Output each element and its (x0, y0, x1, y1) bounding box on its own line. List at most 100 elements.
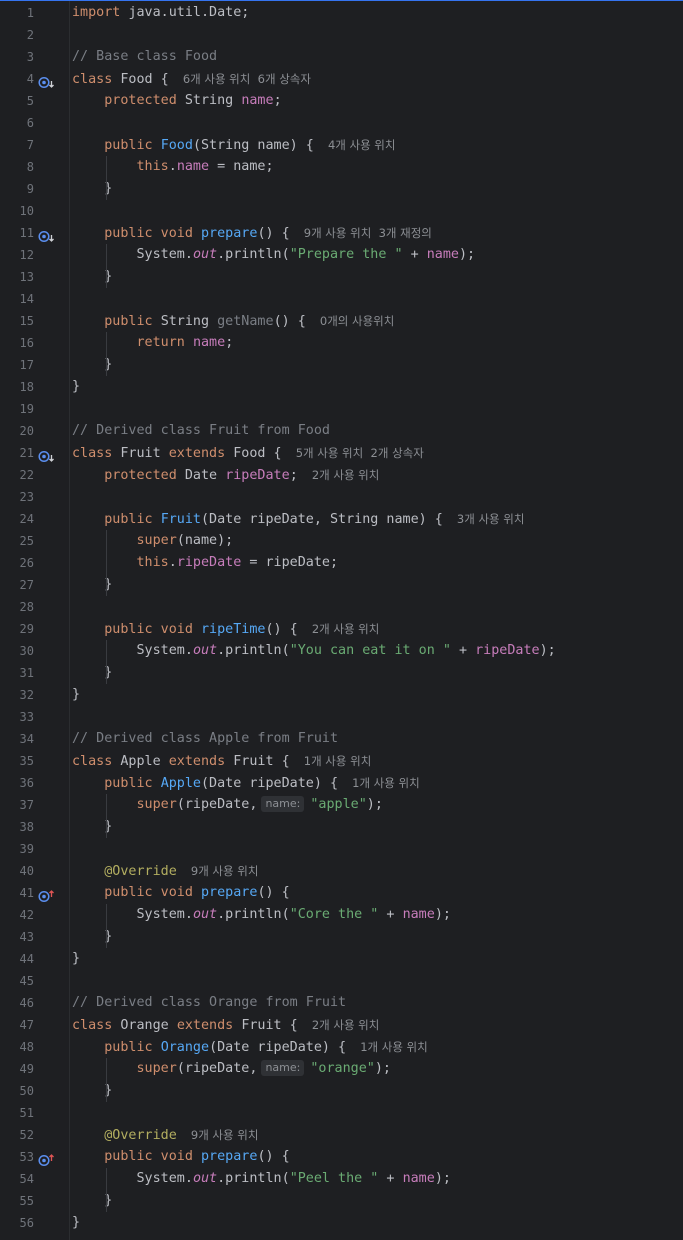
code-line[interactable]: 55 } (0, 1190, 683, 1212)
overrides-up-icon[interactable] (38, 1151, 55, 1167)
code-line[interactable]: 42 System.out.println("Core the " + name… (0, 904, 683, 926)
usage-hint[interactable]: 9개 사용 위치 (191, 1128, 259, 1142)
usage-hint[interactable]: 2개 사용 위치 (312, 1018, 380, 1032)
code-line[interactable]: 7 public Food(String name) { 4개 사용 위치 (0, 134, 683, 156)
code-line[interactable]: 40 @Override 9개 사용 위치 (0, 860, 683, 882)
code-line[interactable]: 44} (0, 948, 683, 970)
code-editor[interactable]: 1 import java.util.Date; 2 3// Base class F… (0, 0, 683, 1240)
code-line[interactable]: 27 } (0, 574, 683, 596)
code-line[interactable]: 16 return name; (0, 332, 683, 354)
usage-hint[interactable]: 2개 사용 위치 (312, 468, 380, 482)
code-line[interactable]: 10 (0, 200, 683, 222)
usage-hint[interactable]: 3개 사용 위치 (457, 512, 525, 526)
code-line[interactable]: 49 super(ripeDate, name: "orange"); (0, 1058, 683, 1080)
code-line[interactable]: 25 super(name); (0, 530, 683, 552)
code-text: // Base class Food (72, 46, 217, 68)
code-text: public Apple(Date ripeDate) { 1개 사용 위치 (72, 772, 420, 795)
code-line[interactable]: 26 this.ripeDate = ripeDate; (0, 552, 683, 574)
code-line[interactable]: 41 public void prepare() { (0, 882, 683, 904)
line-number: 22 (19, 468, 34, 482)
code-token: (ripeDate, (176, 1061, 258, 1076)
usage-hint[interactable]: 1개 사용 위치 (304, 754, 372, 768)
code-line[interactable]: 50 } (0, 1080, 683, 1102)
overrides-up-icon[interactable] (38, 887, 55, 903)
line-number: 4 (26, 72, 34, 86)
usage-hint[interactable]: 6개 사용 위치 6개 상속자 (183, 72, 311, 86)
code-line[interactable]: 11 public void prepare() { 9개 사용 위치 3개 재… (0, 222, 683, 244)
code-line[interactable]: 36 public Apple(Date ripeDate) { 1개 사용 위… (0, 772, 683, 794)
usage-hint[interactable]: 4개 사용 위치 (328, 138, 396, 152)
code-line[interactable]: 1 import java.util.Date; (0, 2, 683, 24)
usage-hint[interactable]: 1개 사용 위치 (352, 776, 420, 790)
code-line[interactable]: 37 super(ripeDate, name: "apple"); (0, 794, 683, 816)
code-line[interactable]: 34 // Derived class Apple from Fruit (0, 728, 683, 750)
code-line[interactable]: 24 public Fruit(Date ripeDate, String na… (0, 508, 683, 530)
code-line[interactable]: 2 (0, 24, 683, 46)
usage-hint[interactable]: 0개의 사용위치 (320, 314, 394, 328)
code-token: .println( (217, 247, 290, 262)
code-line[interactable]: 13 } (0, 266, 683, 288)
code-line[interactable]: 22 protected Date ripeDate; 2개 사용 위치 (0, 464, 683, 486)
code-line[interactable]: 23 (0, 486, 683, 508)
code-line[interactable]: 52 @Override 9개 사용 위치 (0, 1124, 683, 1146)
usage-hint[interactable]: 9개 사용 위치 (191, 864, 259, 878)
code-line[interactable]: 21 class Fruit extends Food { 5개 사용 위치 2개… (0, 442, 683, 464)
usage-hint[interactable]: 9개 사용 위치 3개 재정의 (304, 226, 432, 240)
line-number: 33 (19, 710, 34, 724)
code-line[interactable]: 33 (0, 706, 683, 728)
code-line[interactable]: 6 (0, 112, 683, 134)
code-line[interactable]: 4 class Food { 6개 사용 위치 6개 상속자 (0, 68, 683, 90)
code-line[interactable]: 54 System.out.println("Peel the " + name… (0, 1168, 683, 1190)
line-number: 44 (19, 952, 34, 966)
code-line[interactable]: 28 (0, 596, 683, 618)
code-token: } (72, 1215, 81, 1230)
line-number: 42 (19, 908, 34, 922)
code-line[interactable]: 12 System.out.println("Prepare the " + n… (0, 244, 683, 266)
code-line[interactable]: 19 (0, 398, 683, 420)
code-line[interactable]: 51 (0, 1102, 683, 1124)
code-line[interactable]: 45 (0, 970, 683, 992)
code-line[interactable]: 17 } (0, 354, 683, 376)
code-line[interactable]: 39 (0, 838, 683, 860)
usage-hint[interactable]: 5개 사용 위치 2개 상속자 (296, 446, 424, 460)
code-line[interactable]: 18} (0, 376, 683, 398)
code-line[interactable]: 48 public Orange(Date ripeDate) { 1개 사용 … (0, 1036, 683, 1058)
code-line[interactable]: 46 // Derived class Orange from Fruit (0, 992, 683, 1014)
code-token: prepare (201, 1149, 258, 1164)
code-line[interactable]: 31 } (0, 662, 683, 684)
code-line[interactable]: 20 // Derived class Fruit from Food (0, 420, 683, 442)
code-line[interactable]: 8 this.name = name; (0, 156, 683, 178)
code-line[interactable]: 47 class Orange extends Fruit { 2개 사용 위치 (0, 1014, 683, 1036)
line-number: 16 (19, 336, 34, 350)
code-line[interactable]: 32} (0, 684, 683, 706)
usage-hint[interactable]: 2개 사용 위치 (312, 622, 380, 636)
code-token: Fruit { (241, 1018, 306, 1033)
implemented-down-icon[interactable] (38, 447, 55, 463)
code-token: @Override (104, 864, 177, 879)
usage-hint[interactable]: 1개 사용 위치 (360, 1040, 428, 1054)
code-line[interactable]: 56} (0, 1212, 683, 1234)
implemented-down-icon[interactable] (38, 227, 55, 243)
code-line[interactable]: 35 class Apple extends Fruit { 1개 사용 위치 (0, 750, 683, 772)
code-line[interactable]: 9 } (0, 178, 683, 200)
code-line[interactable]: 29 public void ripeTime() { 2개 사용 위치 (0, 618, 683, 640)
code-token: () { (257, 885, 290, 900)
line-number: 50 (19, 1084, 34, 1098)
code-token: prepare (201, 885, 258, 900)
code-line[interactable]: 53 public void prepare() { (0, 1146, 683, 1168)
code-token: public void (104, 1149, 201, 1164)
code-text: // Derived class Apple from Fruit (72, 728, 338, 750)
code-token: ); (434, 907, 451, 922)
code-line[interactable]: 15 public String getName() { 0개의 사용위치 (0, 310, 683, 332)
code-line[interactable]: 5 protected String name; (0, 90, 683, 112)
code-line[interactable]: 14 (0, 288, 683, 310)
code-line[interactable]: 43 } (0, 926, 683, 948)
code-line[interactable]: 3 // Base class Food (0, 46, 683, 68)
code-line[interactable]: 38 } (0, 816, 683, 838)
code-line[interactable]: 30 System.out.println("You can eat it on… (0, 640, 683, 662)
implemented-down-icon[interactable] (38, 73, 55, 89)
